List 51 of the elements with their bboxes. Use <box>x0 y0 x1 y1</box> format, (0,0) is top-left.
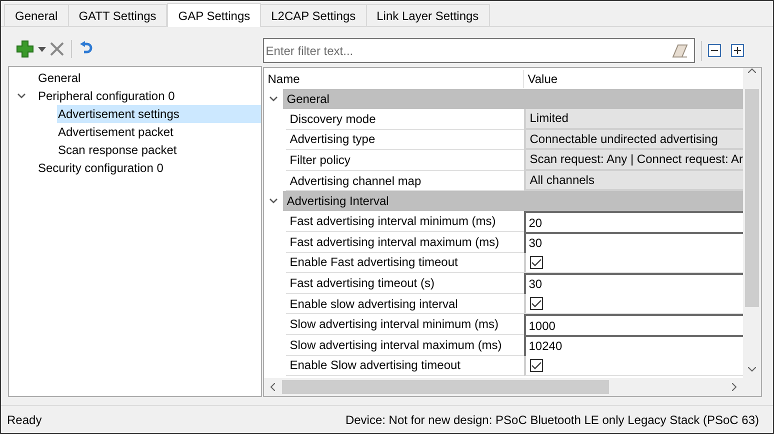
status-text: Ready <box>7 412 42 428</box>
property-name: Enable Fast advertising timeout <box>286 252 524 274</box>
property-name: Discovery mode <box>286 109 524 130</box>
add-icon[interactable] <box>16 40 34 58</box>
input-field[interactable]: 30 <box>524 232 743 253</box>
input-field[interactable]: 30 <box>524 273 743 294</box>
collapse-all-icon[interactable] <box>708 44 721 57</box>
property-name: Advertising type <box>286 130 524 150</box>
tree-item[interactable]: General <box>37 69 261 87</box>
close-icon[interactable] <box>50 42 64 56</box>
checkbox[interactable] <box>530 256 543 269</box>
column-header[interactable]: Name <box>264 70 524 88</box>
eraser-icon[interactable] <box>672 44 688 58</box>
dropdown-field[interactable]: All channels <box>524 170 743 192</box>
tree-item[interactable]: Peripheral configuration 0 <box>37 87 261 105</box>
filter-input[interactable]: Enter filter text... <box>266 42 672 60</box>
property-name: Slow advertising interval maximum (ms) <box>286 334 524 356</box>
tab[interactable]: Link Layer Settings <box>366 4 490 26</box>
checkbox[interactable] <box>530 297 543 310</box>
expand-all-icon[interactable] <box>730 44 744 57</box>
horizontal-scrollbar[interactable] <box>264 378 761 396</box>
input-field[interactable]: 10240 <box>524 334 743 356</box>
scroll-thumb[interactable] <box>745 89 759 307</box>
property-name: Slow advertising interval minimum (ms) <box>286 314 524 335</box>
tree-item[interactable]: Advertisement packet <box>57 123 261 141</box>
tab[interactable]: General <box>4 4 69 26</box>
property-name: Enable slow advertising interval <box>286 294 524 314</box>
tab[interactable]: GAP Settings <box>167 3 262 27</box>
checkbox[interactable] <box>530 358 543 372</box>
group-header[interactable]: General <box>282 89 743 109</box>
scroll-thumb[interactable] <box>282 380 609 394</box>
property-name: Fast advertising interval minimum (ms) <box>286 211 524 232</box>
filter-field[interactable]: Enter filter text... <box>262 38 695 63</box>
vertical-scrollbar[interactable] <box>743 68 761 378</box>
caret-icon[interactable] <box>38 46 46 52</box>
property-name: Fast advertising interval maximum (ms) <box>286 232 524 253</box>
device-status: Device: Not for new design: PSoC Bluetooth LE only Legacy Stack (PSoC 63) <box>345 412 759 428</box>
tree-item[interactable]: Scan response packet <box>57 141 261 159</box>
property-name: Filter policy <box>286 150 524 171</box>
dropdown-field[interactable]: Scan request: Any | Connect request: Ar <box>524 150 743 171</box>
property-name: Enable Slow advertising timeout <box>286 356 524 376</box>
dropdown-field[interactable]: Connectable undirected advertising <box>524 130 743 150</box>
column-header[interactable]: Value <box>524 70 743 88</box>
tab[interactable]: GATT Settings <box>68 4 168 26</box>
tree-item[interactable]: Advertisement settings <box>57 105 261 123</box>
input-field[interactable]: 20 <box>524 211 743 232</box>
input-field[interactable]: 1000 <box>524 314 743 335</box>
property-name: Fast advertising timeout (s) <box>286 273 524 294</box>
tree-item[interactable]: Security configuration 0 <box>37 159 261 177</box>
group-header[interactable]: Advertising Interval <box>282 191 743 212</box>
dropdown-field[interactable]: Limited <box>524 109 743 130</box>
